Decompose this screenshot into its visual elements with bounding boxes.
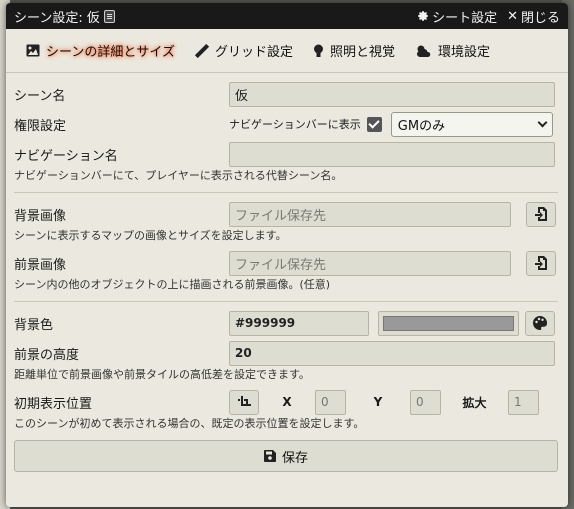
foreground-path-input[interactable]: ファイル保存先: [229, 250, 511, 276]
sheet-config-label: シート設定: [432, 10, 498, 26]
background-hint: シーンに表示するマップの画像とサイズを設定します。: [14, 229, 287, 242]
color-picker-button[interactable]: [525, 310, 555, 336]
tab-scene-details[interactable]: シーンの詳細とサイズ: [16, 37, 185, 65]
document-icon[interactable]: [103, 9, 115, 23]
initial-zoom-input[interactable]: 1: [508, 389, 539, 415]
scene-name-input[interactable]: 仮: [229, 81, 555, 107]
palette-icon: [533, 316, 547, 330]
fg-elevation-row: 前景の高度 20: [14, 338, 558, 368]
gear-icon: [418, 11, 428, 21]
initial-y-input[interactable]: 0: [410, 389, 441, 415]
capture-view-button[interactable]: [229, 389, 259, 415]
permission-select[interactable]: GMのみ: [390, 111, 553, 137]
background-path-placeholder: ファイル保存先: [235, 208, 327, 224]
initial-y-label: Y: [373, 395, 383, 409]
bg-color-input[interactable]: #999999: [229, 310, 369, 336]
background-path-input[interactable]: ファイル保存先: [229, 201, 511, 227]
initial-view-row: 初期表示位置 X 0 Y 0 拡大 1: [14, 387, 558, 417]
scene-details-form: シーン名 仮 権限設定 ナビゲーションバーに表示 GMのみ ナビゲーション名 ナ…: [6, 73, 568, 472]
scene-config-window: シーン設定: 仮 シート設定 ✕ 閉じる シーンの詳細とサイズ グリッド設定 照…: [6, 3, 568, 507]
tab-environment-label: 環境設定: [438, 45, 491, 60]
nav-name-input[interactable]: [229, 141, 555, 167]
divider: [14, 192, 558, 193]
sheet-config-button[interactable]: シート設定: [417, 7, 497, 26]
tab-lighting[interactable]: 照明と視覚: [303, 37, 405, 65]
close-label: 閉じる: [520, 10, 560, 26]
nav-name-hint: ナビゲーションバーにて、プレイヤーに表示される代替シーン名。: [14, 169, 343, 182]
tab-environment[interactable]: 環境設定: [405, 37, 500, 65]
foreground-label: 前景画像: [14, 257, 67, 273]
ruler-icon: [194, 43, 209, 58]
cloud-sun-icon: [417, 45, 431, 57]
bg-color-label: 背景色: [14, 317, 54, 333]
navbar-toggle-label: ナビゲーションバーに表示: [229, 118, 361, 131]
divider: [14, 301, 558, 302]
tab-grid[interactable]: グリッド設定: [185, 37, 303, 65]
background-row: 背景画像 ファイル保存先: [14, 199, 558, 229]
initial-x-label: X: [282, 395, 292, 409]
navbar-checkbox[interactable]: [366, 116, 382, 132]
bg-color-row: 背景色 #999999: [14, 308, 558, 338]
lightbulb-icon: [313, 44, 323, 57]
window-title-wrap: シーン設定: 仮: [14, 7, 417, 26]
file-import-icon: [535, 256, 547, 270]
image-icon: [26, 44, 40, 57]
fg-elevation-hint: 距離単位で前景画像や前景タイルの高低差を設定できます。: [14, 368, 310, 381]
save-label: 保存: [281, 450, 308, 466]
permission-label: 権限設定: [14, 118, 67, 134]
permission-row: 権限設定 ナビゲーションバーに表示 GMのみ: [14, 109, 558, 139]
window-titlebar[interactable]: シーン設定: 仮 シート設定 ✕ 閉じる: [6, 3, 568, 29]
close-icon: ✕: [507, 8, 518, 24]
background-file-picker-button[interactable]: [526, 201, 556, 227]
tab-lighting-label: 照明と視覚: [329, 45, 395, 60]
tab-grid-label: グリッド設定: [214, 45, 293, 60]
foreground-row: 前景画像 ファイル保存先: [14, 248, 558, 278]
permission-controls: ナビゲーションバーに表示 GMのみ: [229, 111, 558, 137]
fg-elevation-input[interactable]: 20: [229, 340, 555, 366]
save-icon: [263, 450, 276, 462]
save-button[interactable]: 保存: [14, 440, 558, 472]
tab-scene-details-label: シーンの詳細とサイズ: [46, 45, 175, 60]
nav-name-row: ナビゲーション名: [14, 139, 558, 169]
fg-elevation-label: 前景の高度: [14, 347, 80, 363]
initial-view-hint: このシーンが初めて表示される場合の、既定の表示位置を設定します。: [14, 417, 365, 430]
foreground-file-picker-button[interactable]: [526, 250, 556, 276]
background-label: 背景画像: [14, 208, 67, 224]
bg-color-swatch-button[interactable]: [378, 310, 519, 336]
bg-color-swatch: [383, 315, 514, 331]
title-actions: シート設定 ✕ 閉じる: [417, 7, 560, 26]
close-button[interactable]: ✕ 閉じる: [507, 7, 560, 26]
scene-name-label: シーン名: [14, 88, 66, 104]
chevron-down-icon: [537, 117, 548, 127]
tab-bar: シーンの詳細とサイズ グリッド設定 照明と視覚 環境設定: [6, 29, 568, 73]
initial-view-label: 初期表示位置: [14, 396, 93, 412]
permission-select-value: GMのみ: [397, 118, 446, 134]
crop-icon: [237, 395, 251, 406]
nav-name-label: ナビゲーション名: [14, 148, 118, 164]
foreground-path-placeholder: ファイル保存先: [235, 257, 327, 273]
scene-name-row: シーン名 仮: [14, 79, 558, 109]
foreground-hint: シーン内の他のオブジェクトの上に描画される前景画像。(任意): [14, 278, 331, 291]
initial-x-input[interactable]: 0: [315, 389, 346, 415]
initial-zoom-label: 拡大: [462, 395, 487, 410]
file-import-icon: [535, 207, 547, 221]
window-title: シーン設定: 仮: [14, 10, 100, 26]
